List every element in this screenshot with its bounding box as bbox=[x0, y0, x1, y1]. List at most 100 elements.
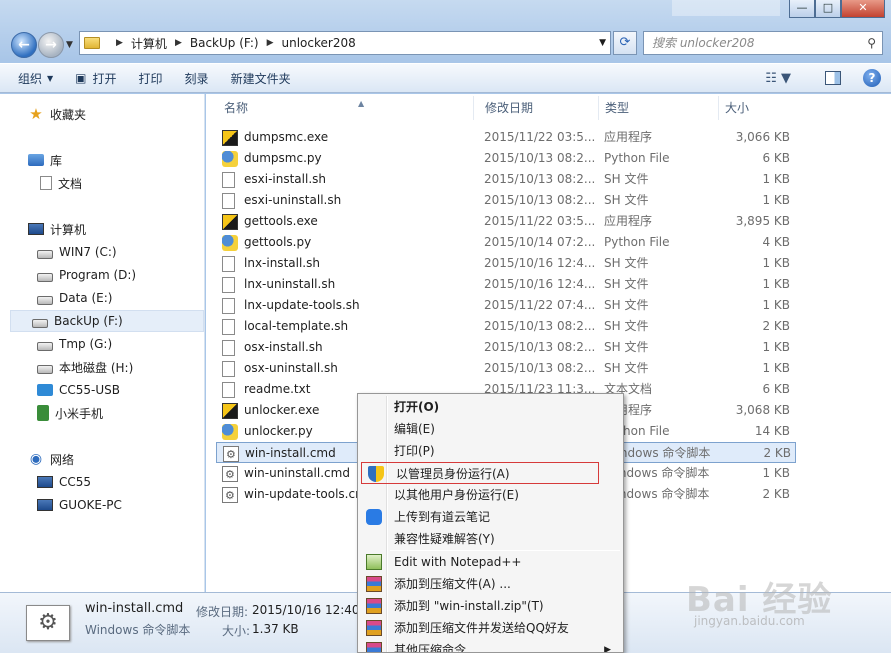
nav-usb[interactable]: CC55-USB bbox=[37, 379, 120, 401]
context-menu-item[interactable]: 添加到压缩文件(A) ... bbox=[360, 573, 621, 595]
file-name: dumpsmc.py bbox=[244, 151, 322, 165]
nav-drive-e[interactable]: Data (E:) bbox=[37, 287, 112, 309]
file-row[interactable]: local-template.sh 2015/10/13 08:2... SH 文件… bbox=[216, 316, 796, 337]
file-name: lnx-install.sh bbox=[244, 256, 320, 270]
file-type: SH 文件 bbox=[604, 172, 649, 186]
file-row[interactable]: dumpsmc.exe 2015/11/22 03:5... 应用程序 3,066 K… bbox=[216, 127, 796, 148]
maximize-button[interactable]: □ bbox=[815, 0, 841, 18]
file-row[interactable]: gettools.py 2015/10/14 07:2... Python File… bbox=[216, 232, 796, 253]
exe-file-icon bbox=[222, 130, 238, 146]
file-size: 1 KB bbox=[762, 466, 790, 480]
chevron-right-icon[interactable]: ▶ bbox=[175, 38, 182, 48]
cmd-file-icon: ⚙ bbox=[26, 605, 70, 641]
nav-drive-d[interactable]: Program (D:) bbox=[37, 264, 136, 286]
network-icon: ◉ bbox=[29, 451, 43, 467]
context-menu-item[interactable]: 以其他用户身份运行(E) bbox=[360, 484, 621, 506]
file-row[interactable]: lnx-install.sh 2015/10/16 12:4... SH 文件 1 K… bbox=[216, 253, 796, 274]
breadcrumb-drive[interactable]: BackUp (F:) bbox=[190, 36, 259, 50]
burn-button[interactable]: 刻录 bbox=[185, 70, 209, 87]
file-row[interactable]: lnx-update-tools.sh 2015/11/22 07:4... SH … bbox=[216, 295, 796, 316]
file-row[interactable]: osx-install.sh 2015/10/13 08:2... SH 文件 1 K… bbox=[216, 337, 796, 358]
address-dropdown-icon[interactable]: ▼ bbox=[599, 38, 606, 48]
help-icon[interactable]: ? bbox=[863, 69, 881, 87]
shield-icon bbox=[368, 466, 384, 482]
context-menu-label: 编辑(E) bbox=[394, 422, 435, 436]
file-date: 2015/11/22 03:5... bbox=[484, 130, 596, 144]
back-button[interactable]: ← bbox=[11, 32, 37, 58]
nav-label: Data (E:) bbox=[59, 291, 113, 305]
nav-drive-c[interactable]: WIN7 (C:) bbox=[37, 241, 117, 263]
nav-drive-f[interactable]: BackUp (F:) bbox=[10, 310, 204, 332]
file-row[interactable]: dumpsmc.py 2015/10/13 08:2... Python File 6… bbox=[216, 148, 796, 169]
file-size: 1 KB bbox=[762, 361, 790, 375]
context-menu-item[interactable]: 兼容性疑难解答(Y) bbox=[360, 528, 621, 550]
context-menu-item[interactable]: 上传到有道云笔记 bbox=[360, 506, 621, 528]
address-bar[interactable]: ▶ 计算机 ▶ BackUp (F:) ▶ unlocker208 ▼ bbox=[79, 31, 611, 55]
nav-libraries[interactable]: 库 bbox=[28, 149, 62, 171]
chevron-right-icon[interactable]: ▶ bbox=[267, 38, 274, 48]
minimize-button[interactable]: — bbox=[789, 0, 815, 18]
star-icon: ★ bbox=[29, 105, 43, 123]
column-name[interactable]: ▲ 名称 bbox=[218, 96, 474, 120]
preview-pane-icon[interactable] bbox=[825, 71, 841, 85]
details-filename: win-install.cmd bbox=[85, 601, 184, 616]
nav-network[interactable]: ◉ 网络 bbox=[28, 448, 74, 470]
history-dropdown-icon[interactable]: ▼ bbox=[66, 40, 73, 50]
print-button[interactable]: 打印 bbox=[139, 70, 163, 87]
context-menu-item[interactable]: 添加到压缩文件并发送给QQ好友 bbox=[360, 617, 621, 639]
context-menu-item[interactable]: 打开(O) bbox=[360, 396, 621, 418]
computer-icon bbox=[37, 476, 53, 488]
breadcrumb-folder[interactable]: unlocker208 bbox=[282, 36, 356, 50]
open-button[interactable]: ▣ 打开 bbox=[75, 70, 116, 87]
context-menu-item[interactable]: 以管理员身份运行(A) bbox=[361, 462, 599, 484]
context-menu-item[interactable]: 添加到 "win-install.zip"(T) bbox=[360, 595, 621, 617]
forward-button[interactable]: → bbox=[38, 32, 64, 58]
nav-network-guoke[interactable]: GUOKE-PC bbox=[37, 494, 122, 516]
computer-icon bbox=[37, 499, 53, 511]
context-menu-label: 其他压缩命令 bbox=[394, 643, 467, 653]
context-menu-item[interactable]: Edit with Notepad++ bbox=[360, 551, 621, 573]
search-input[interactable]: 搜索 unlocker208 ⚲ bbox=[643, 31, 883, 55]
file-name: dumpsmc.exe bbox=[244, 130, 329, 144]
context-menu-item[interactable]: 打印(P) bbox=[360, 440, 621, 462]
file-row[interactable]: esxi-uninstall.sh 2015/10/13 08:2... SH 文件… bbox=[216, 190, 796, 211]
column-date[interactable]: 修改日期 bbox=[479, 96, 599, 120]
rar-icon bbox=[366, 576, 382, 592]
file-row[interactable]: osx-uninstall.sh 2015/10/13 08:2... SH 文件 1… bbox=[216, 358, 796, 379]
column-type[interactable]: 类型 bbox=[599, 96, 719, 120]
context-menu-label: 上传到有道云笔记 bbox=[394, 510, 491, 524]
file-size: 14 KB bbox=[754, 424, 790, 438]
new-folder-button[interactable]: 新建文件夹 bbox=[231, 70, 291, 87]
window-controls: — □ ✕ bbox=[789, 0, 885, 18]
nav-drive-g[interactable]: Tmp (G:) bbox=[37, 333, 112, 355]
file-row[interactable]: esxi-install.sh 2015/10/13 08:2... SH 文件 1 … bbox=[216, 169, 796, 190]
file-type: SH 文件 bbox=[604, 298, 649, 312]
context-menu-label: 添加到压缩文件(A) ... bbox=[394, 577, 511, 591]
nav-documents[interactable]: 文档 bbox=[40, 172, 82, 194]
breadcrumb-computer[interactable]: 计算机 bbox=[131, 35, 167, 52]
organize-button[interactable]: 组织 ▼ bbox=[18, 70, 53, 87]
exe-file-icon bbox=[222, 403, 238, 419]
nav-computer[interactable]: 计算机 bbox=[28, 218, 86, 240]
file-name: esxi-install.sh bbox=[244, 172, 326, 186]
close-button[interactable]: ✕ bbox=[841, 0, 885, 18]
new-folder-label: 新建文件夹 bbox=[230, 71, 291, 86]
nav-drive-h[interactable]: 本地磁盘 (H:) bbox=[37, 356, 133, 378]
file-size: 2 KB bbox=[762, 487, 790, 501]
file-row[interactable]: gettools.exe 2015/11/22 03:5... 应用程序 3,895 … bbox=[216, 211, 796, 232]
nav-phone[interactable]: 小米手机 bbox=[37, 402, 103, 424]
view-options-icon[interactable]: ☷ ▼ bbox=[765, 71, 791, 86]
context-menu-item[interactable]: 其他压缩命令 ▶ bbox=[360, 639, 621, 653]
context-menu-item[interactable]: 编辑(E) bbox=[360, 418, 621, 440]
chevron-right-icon[interactable]: ▶ bbox=[116, 38, 123, 48]
nav-label: 文档 bbox=[58, 176, 83, 191]
nav-favorites[interactable]: ★ 收藏夹 bbox=[28, 103, 86, 125]
column-label: 修改日期 bbox=[485, 101, 534, 115]
nav-network-cc55[interactable]: CC55 bbox=[37, 471, 91, 493]
file-size: 3,895 KB bbox=[735, 214, 790, 228]
file-row[interactable]: lnx-uninstall.sh 2015/10/16 12:4... SH 文件 1… bbox=[216, 274, 796, 295]
column-size[interactable]: 大小 bbox=[719, 96, 795, 120]
file-type: SH 文件 bbox=[604, 361, 649, 375]
refresh-button[interactable]: ⟳ bbox=[613, 31, 637, 55]
search-icon[interactable]: ⚲ bbox=[867, 32, 876, 54]
